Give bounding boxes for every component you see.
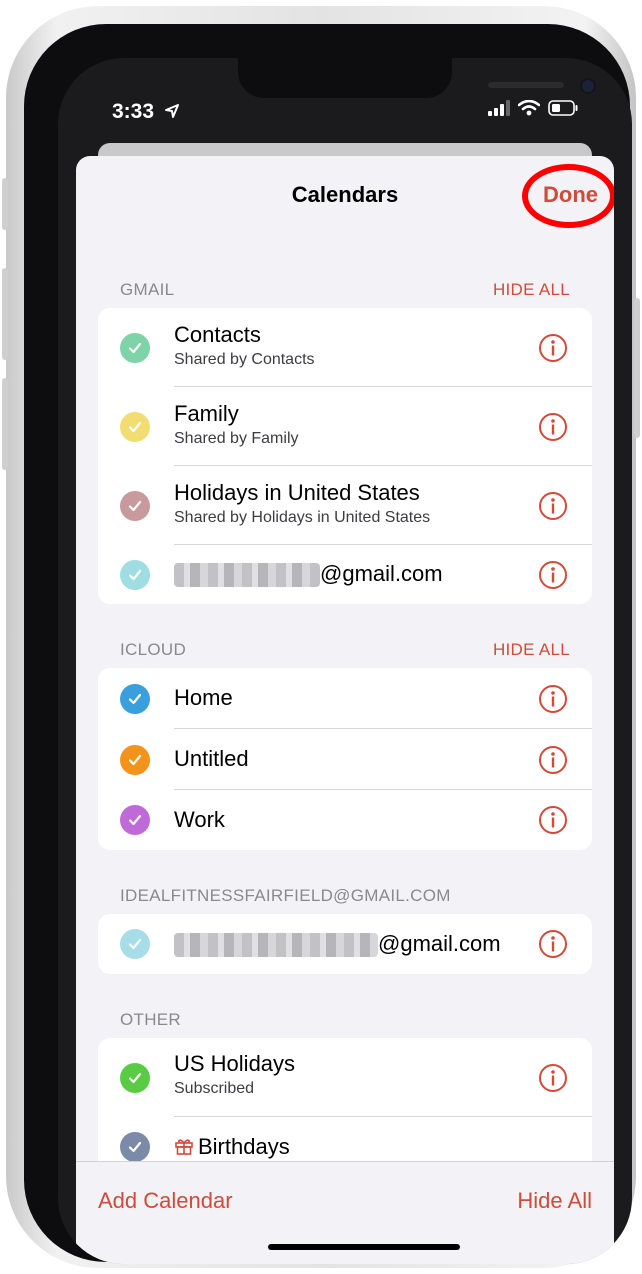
cellular-signal-icon [488, 100, 510, 116]
calendar-row-contacts[interactable]: Contacts Shared by Contacts [98, 308, 592, 387]
volume-down-button [2, 378, 8, 470]
calendar-row-home[interactable]: Home [98, 668, 592, 729]
hide-all-button[interactable]: Hide All [517, 1188, 592, 1214]
calendar-title: US Holidays [174, 1051, 296, 1076]
info-icon[interactable] [538, 412, 568, 442]
calendar-subtitle: Subscribed [174, 1080, 255, 1097]
calendar-row-fitness-gmail[interactable]: @gmail.com [98, 914, 592, 974]
calendar-row-holidays-us[interactable]: Holidays in United States Shared by Holid… [98, 466, 592, 545]
power-button [634, 298, 640, 438]
fitness-calendar-group: @gmail.com [98, 914, 592, 974]
gmail-calendar-group: Contacts Shared by Contacts Family Shared … [98, 308, 592, 604]
calendar-title: Home [174, 685, 233, 710]
status-time: 3:33 [112, 100, 180, 124]
info-icon[interactable] [538, 684, 568, 714]
check-icon[interactable] [120, 411, 150, 442]
calendar-title: Work [174, 807, 225, 832]
done-highlight-circle [522, 164, 614, 228]
info-icon[interactable] [538, 560, 568, 590]
calendar-subtitle: Shared by Contacts [174, 351, 315, 368]
redacted-email-blur [174, 563, 320, 588]
mute-switch [2, 178, 8, 230]
section-label-icloud: ICLOUD [120, 640, 187, 659]
check-icon[interactable] [120, 683, 150, 714]
gift-icon [175, 1139, 193, 1155]
calendars-sheet: Calendars Done GMAIL HIDE ALL Contacts Sh… [76, 156, 614, 1264]
email-domain: @gmail.com [378, 931, 501, 956]
section-label-fitness-account: IDEALFITNESSFAIRFIELD@GMAIL.COM [120, 886, 451, 905]
section-label-other: OTHER [120, 1010, 181, 1029]
status-icons [488, 100, 578, 116]
birthdays-label: Birthdays [198, 1134, 290, 1159]
check-icon[interactable] [120, 929, 150, 959]
calendar-row-gmail-account[interactable]: @gmail.com [98, 545, 592, 604]
calendar-title: Untitled [174, 746, 249, 771]
calendar-subtitle: Shared by Holidays in United States [174, 509, 431, 526]
info-icon[interactable] [538, 1063, 568, 1093]
battery-icon [548, 100, 578, 116]
check-icon[interactable] [120, 744, 150, 775]
sheet-footer-toolbar: Add Calendar Hide All [76, 1161, 614, 1264]
home-indicator [268, 1244, 460, 1250]
icloud-calendar-group: Home Untitled Work [98, 668, 592, 850]
check-icon[interactable] [120, 1062, 150, 1093]
redacted-email-blur [174, 933, 378, 958]
info-icon[interactable] [538, 333, 568, 363]
calendar-title: Family [174, 401, 239, 426]
calendar-row-us-holidays[interactable]: US Holidays Subscribed [98, 1038, 592, 1117]
location-arrow-icon [164, 104, 179, 118]
calendar-row-untitled[interactable]: Untitled [98, 729, 592, 790]
section-label-gmail: GMAIL [120, 280, 175, 299]
calendar-title: Contacts [174, 322, 261, 347]
calendar-title: @gmail.com [174, 931, 501, 958]
front-camera [582, 80, 594, 92]
calendar-title: @gmail.com [174, 561, 443, 588]
sheet-header: Calendars Done [76, 156, 614, 236]
check-icon[interactable] [120, 332, 150, 363]
wifi-icon [518, 100, 540, 116]
speaker-grille [488, 82, 564, 88]
calendar-subtitle: Shared by Family [174, 430, 299, 447]
volume-up-button [2, 268, 8, 360]
hide-all-icloud-button[interactable]: HIDE ALL [493, 640, 570, 660]
info-icon[interactable] [538, 929, 568, 959]
info-icon[interactable] [538, 805, 568, 835]
phone-frame: 3:33 Calendars Done GMAIL HIDE ALL Conta… [2, 6, 640, 1268]
check-icon[interactable] [120, 559, 150, 590]
screen: 3:33 Calendars Done GMAIL HIDE ALL Conta… [58, 58, 632, 1264]
calendar-row-family[interactable]: Family Shared by Family [98, 387, 592, 466]
check-icon[interactable] [120, 490, 150, 521]
calendar-title: Birthdays [174, 1134, 290, 1160]
status-time-text: 3:33 [112, 100, 155, 123]
hide-all-gmail-button[interactable]: HIDE ALL [493, 280, 570, 300]
add-calendar-button[interactable]: Add Calendar [98, 1188, 233, 1214]
calendar-row-work[interactable]: Work [98, 790, 592, 850]
check-icon[interactable] [120, 1132, 150, 1162]
calendar-title: Holidays in United States [174, 480, 420, 505]
phone-bezel: 3:33 Calendars Done GMAIL HIDE ALL Conta… [24, 24, 632, 1264]
info-icon[interactable] [538, 745, 568, 775]
email-domain: @gmail.com [320, 561, 443, 586]
notch [238, 58, 594, 98]
check-icon[interactable] [120, 805, 150, 835]
info-icon[interactable] [538, 491, 568, 521]
